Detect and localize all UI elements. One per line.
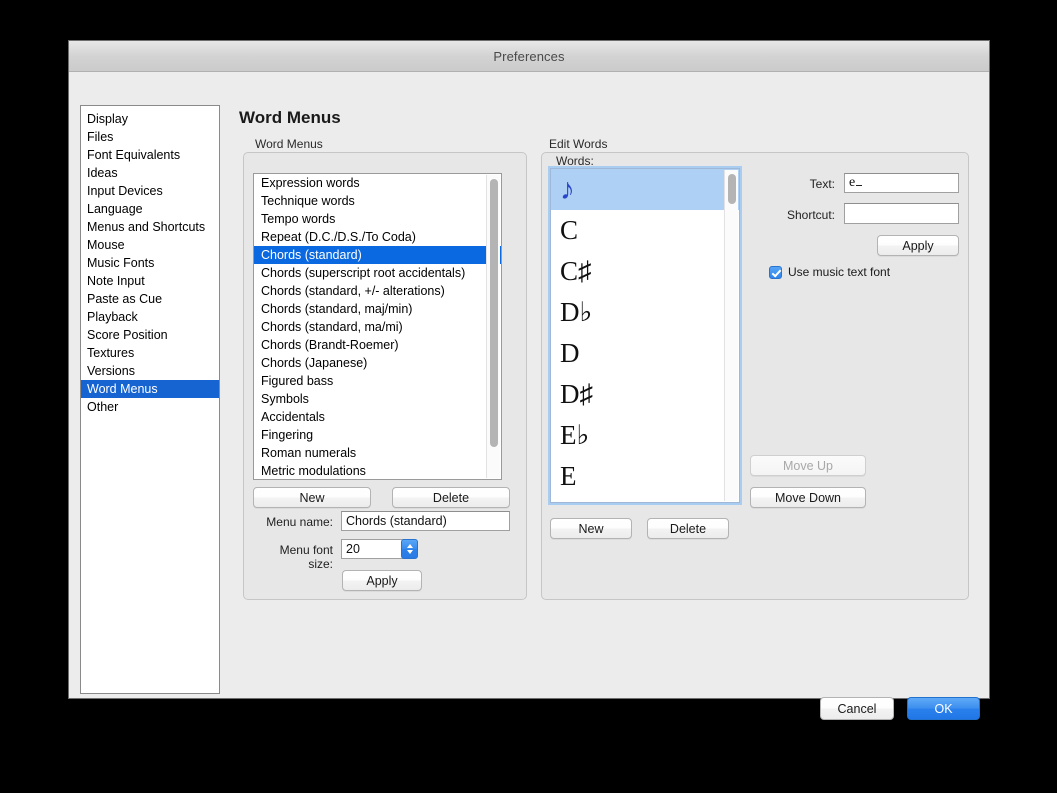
word-menu-list-item[interactable]: Symbols <box>254 390 501 408</box>
stepper-down-icon[interactable] <box>406 550 413 554</box>
use-music-text-font-checkbox[interactable]: Use music text font <box>769 265 890 279</box>
menu-font-size-input[interactable]: 20 <box>341 539 406 559</box>
word-menus-group-label: Word Menus <box>255 137 323 151</box>
word-list-item-label: E <box>560 461 577 491</box>
word-list-item-label: D♯ <box>560 379 593 409</box>
window-title: Preferences <box>493 48 565 64</box>
sidebar-item-note-input[interactable]: Note Input <box>81 272 219 290</box>
word-list-item[interactable]: D♯ <box>551 374 739 415</box>
sidebar-item-word-menus[interactable]: Word Menus <box>81 380 219 398</box>
text-caret <box>856 184 863 186</box>
word-list-item[interactable]: C♯ <box>551 251 739 292</box>
menu-name-input[interactable]: Chords (standard) <box>341 511 510 531</box>
word-menu-list-item[interactable]: Roman numerals <box>254 444 501 462</box>
word-menu-list-item[interactable]: Fingering <box>254 426 501 444</box>
text-input[interactable]: e <box>844 173 959 193</box>
move-down-button[interactable]: Move Down <box>750 487 866 508</box>
word-menu-list-item[interactable]: Technique words <box>254 192 501 210</box>
word-list-item-label: C♯ <box>560 256 592 286</box>
page-title: Word Menus <box>239 108 341 127</box>
words-listbox[interactable]: ♪ C C♯ D♭ D D♯ E♭ E <box>550 168 740 503</box>
checkmark-icon <box>769 265 782 279</box>
word-menu-list-item[interactable]: Expression words <box>254 174 501 192</box>
word-menu-list-item[interactable]: Tempo words <box>254 210 501 228</box>
cancel-button[interactable]: Cancel <box>820 697 894 720</box>
word-list-item[interactable]: C <box>551 210 739 251</box>
sidebar-item-display[interactable]: Display <box>81 110 219 128</box>
apply-word-button[interactable]: Apply <box>877 235 959 256</box>
word-menu-list-item[interactable]: Metric modulations <box>254 462 501 479</box>
sidebar-item-textures[interactable]: Textures <box>81 344 219 362</box>
words-label: Words: <box>556 154 594 168</box>
sidebar-item-score-position[interactable]: Score Position <box>81 326 219 344</box>
word-list-item[interactable]: E♭ <box>551 415 739 456</box>
sidebar-item-font-equivalents[interactable]: Font Equivalents <box>81 146 219 164</box>
word-menu-list-item[interactable]: Accidentals <box>254 408 501 426</box>
word-menus-list-rows[interactable]: Expression words Technique words Tempo wor… <box>254 174 501 479</box>
words-scrollbar[interactable] <box>724 170 738 501</box>
use-music-text-font-label: Use music text font <box>788 265 891 279</box>
sidebar-item-versions[interactable]: Versions <box>81 362 219 380</box>
sidebar-item-paste-as-cue[interactable]: Paste as Cue <box>81 290 219 308</box>
sidebar-item-ideas[interactable]: Ideas <box>81 164 219 182</box>
word-menu-list-item[interactable]: Chords (standard, +/- alterations) <box>254 282 501 300</box>
text-input-value: e <box>849 175 856 190</box>
eighth-note-icon: ♪ <box>560 173 575 206</box>
new-menu-button[interactable]: New <box>253 487 371 508</box>
move-up-button[interactable]: Move Up <box>750 455 866 476</box>
word-list-item-label: E♭ <box>560 420 590 450</box>
word-menu-list-item[interactable]: Repeat (D.C./D.S./To Coda) <box>254 228 501 246</box>
word-menus-listbox[interactable]: Expression words Technique words Tempo wor… <box>253 173 502 480</box>
apply-menu-button[interactable]: Apply <box>342 570 422 591</box>
delete-word-button[interactable]: Delete <box>647 518 729 539</box>
sidebar-item-mouse[interactable]: Mouse <box>81 236 219 254</box>
word-list-item-label: D <box>560 338 580 368</box>
sidebar-item-playback[interactable]: Playback <box>81 308 219 326</box>
sidebar-item-files[interactable]: Files <box>81 128 219 146</box>
sidebar-item-music-fonts[interactable]: Music Fonts <box>81 254 219 272</box>
word-list-item[interactable]: E <box>551 456 739 497</box>
sidebar-item-input-devices[interactable]: Input Devices <box>81 182 219 200</box>
shortcut-label: Shortcut: <box>786 208 835 222</box>
sidebar-item-menus-and-shortcuts[interactable]: Menus and Shortcuts <box>81 218 219 236</box>
new-word-button[interactable]: New <box>550 518 632 539</box>
word-menu-list-item[interactable]: Chords (standard) <box>254 246 501 264</box>
word-list-item[interactable]: D♭ <box>551 292 739 333</box>
word-list-item-note-glyph[interactable]: ♪ <box>551 169 739 210</box>
word-list-item-label: C <box>560 215 579 245</box>
word-menus-scrollbar-thumb[interactable] <box>490 179 498 447</box>
word-menu-list-item[interactable]: Chords (Brandt-Roemer) <box>254 336 501 354</box>
words-listbox-wrapper: ♪ C C♯ D♭ D D♯ E♭ E <box>550 168 740 503</box>
menu-font-size-label: Menu font size: <box>279 543 333 571</box>
text-label: Text: <box>809 177 835 191</box>
sidebar-item-language[interactable]: Language <box>81 200 219 218</box>
word-list-item-label: D♭ <box>560 297 593 327</box>
delete-menu-button[interactable]: Delete <box>392 487 510 508</box>
window-body: Display Files Font Equivalents Ideas Input D… <box>69 72 989 720</box>
word-list-item[interactable]: D <box>551 333 739 374</box>
menu-font-size-stepper[interactable] <box>401 539 418 559</box>
word-menus-scrollbar[interactable] <box>486 175 500 478</box>
preferences-window: Preferences Display Files Font Equivalents… <box>68 40 990 720</box>
shortcut-input[interactable] <box>844 203 959 224</box>
preferences-category-list[interactable]: Display Files Font Equivalents Ideas Input D… <box>80 105 220 694</box>
words-list-rows[interactable]: ♪ C C♯ D♭ D D♯ E♭ E <box>551 169 739 497</box>
stepper-up-icon[interactable] <box>406 544 413 548</box>
word-menu-list-item[interactable]: Chords (superscript root accidentals) <box>254 264 501 282</box>
word-menu-list-item[interactable]: Chords (standard, maj/min) <box>254 300 501 318</box>
ok-button[interactable]: OK <box>907 697 980 720</box>
word-menu-list-item[interactable]: Chords (standard, ma/mi) <box>254 318 501 336</box>
edit-words-group-label: Edit Words <box>549 137 608 151</box>
menu-name-label: Menu name: <box>266 515 333 529</box>
window-titlebar: Preferences <box>69 41 989 72</box>
word-menu-list-item[interactable]: Figured bass <box>254 372 501 390</box>
word-menu-list-item[interactable]: Chords (Japanese) <box>254 354 501 372</box>
sidebar-item-other[interactable]: Other <box>81 398 219 416</box>
words-scrollbar-thumb[interactable] <box>728 174 736 204</box>
